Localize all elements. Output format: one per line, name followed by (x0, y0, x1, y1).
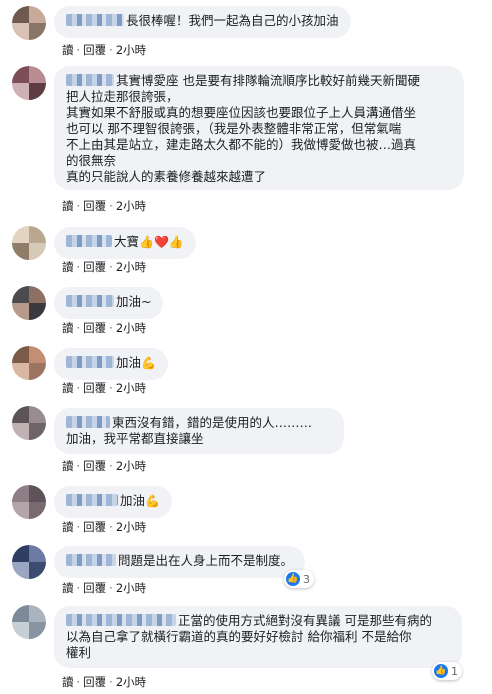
comment-actions: 讀 · 回覆 · 2小時 (62, 675, 147, 689)
reply-link[interactable]: 回覆 (83, 260, 106, 274)
commenter-name[interactable] (66, 614, 176, 626)
comment-bubble: 其實博愛座 也是要有排隊輪流順序比較好前幾天新聞硬 把人拉走那很誇張， 其實如果… (54, 66, 464, 190)
timestamp[interactable]: 2小時 (116, 675, 146, 689)
comment-bubble: 問題是出在人身上而不是制度。 (54, 546, 306, 578)
avatar[interactable] (12, 6, 46, 40)
flexed-biceps-icon: 💪 (145, 494, 160, 508)
reply-link[interactable]: 回覆 (83, 199, 106, 213)
comment-line: 以為自己拿了就橫行霸道的真的要好好檢討 給你福利 不是給你 (66, 629, 412, 644)
avatar[interactable] (12, 406, 46, 440)
comment-bubble: 東西沒有錯，錯的是使用的人……… 加油，我平常都直接讓坐 (54, 408, 344, 454)
timestamp[interactable]: 2小時 (116, 520, 146, 534)
comment-bubble: 大寶👍❤️👍 (54, 227, 196, 259)
comment-actions: 讀 · 回覆 · 2小時 (62, 581, 147, 595)
comment-text: 加油 (120, 493, 146, 508)
reaction-count[interactable]: 👍 1 (432, 662, 462, 680)
comment-actions: 讀 · 回覆 · 2小時 (62, 199, 147, 213)
comment-bubble: 加油💪 (54, 348, 168, 380)
commenter-name[interactable] (66, 494, 118, 506)
like-icon: 👍 (286, 572, 300, 586)
like-icon: 👍 (434, 664, 448, 678)
comment-line: 東西沒有錯，錯的是使用的人……… (112, 415, 313, 430)
comment-line: 也可以 那不理智很誇張，（我是外表整體非常正常，但常氣喘 (66, 121, 402, 136)
avatar[interactable] (12, 286, 46, 320)
timestamp[interactable]: 2小時 (116, 199, 146, 213)
comment-actions: 讀 · 回覆 · 2小時 (62, 321, 147, 335)
comment-bubble: 正當的使用方式絕對沒有異議 可是那些有病的 以為自己拿了就橫行霸道的真的要好好檢… (54, 606, 462, 668)
timestamp[interactable]: 2小時 (116, 581, 146, 595)
comment-line: 其實如果不舒服或真的想要座位因該也要跟位子上人員溝通借坐 (66, 105, 417, 120)
comment-line: 把人拉走那很誇張， (66, 89, 179, 104)
comment-text: 加油 (116, 355, 142, 370)
timestamp[interactable]: 2小時 (116, 459, 146, 473)
comment-text: 長很棒喔！我們一起為自己的小孩加油 (126, 13, 339, 28)
timestamp[interactable]: 2小時 (116, 260, 146, 274)
reply-link[interactable]: 回覆 (83, 581, 106, 595)
comment-line: 不上由其是站立，建走路太久都不能的）我做博愛做也被…過真 (66, 137, 417, 152)
reply-link[interactable]: 回覆 (83, 321, 106, 335)
timestamp[interactable]: 2小時 (116, 381, 146, 395)
flexed-biceps-icon: 💪 (141, 356, 156, 370)
comment-text: 大寶 (114, 234, 140, 249)
comment-actions: 讀 · 回覆 · 2小時 (62, 260, 147, 274)
reaction-emoji-icon: 👍❤️👍 (139, 235, 184, 249)
comment-bubble: 加油💪 (54, 486, 172, 518)
comment-actions: 讀 · 回覆 · 2小時 (62, 520, 147, 534)
read-link[interactable]: 讀 (62, 459, 74, 473)
avatar[interactable] (12, 605, 46, 639)
commenter-name[interactable] (66, 356, 114, 368)
comment-line: 正當的使用方式絕對沒有異議 可是那些有病的 (178, 613, 432, 628)
read-link[interactable]: 讀 (62, 321, 74, 335)
reply-link[interactable]: 回覆 (83, 459, 106, 473)
avatar[interactable] (12, 485, 46, 519)
reply-link[interactable]: 回覆 (83, 43, 106, 57)
read-link[interactable]: 讀 (62, 199, 74, 213)
read-link[interactable]: 讀 (62, 260, 74, 274)
comment-bubble: 長很棒喔！我們一起為自己的小孩加油 (54, 6, 351, 38)
read-link[interactable]: 讀 (62, 675, 74, 689)
avatar[interactable] (12, 545, 46, 579)
comment-line: 的很無奈 (66, 153, 117, 168)
reaction-count[interactable]: 👍 3 (284, 570, 314, 588)
read-link[interactable]: 讀 (62, 581, 74, 595)
comment-text: 加油~ (116, 294, 152, 309)
avatar[interactable] (12, 66, 46, 100)
read-link[interactable]: 讀 (62, 381, 74, 395)
timestamp[interactable]: 2小時 (116, 321, 146, 335)
commenter-name[interactable] (66, 235, 112, 247)
reply-link[interactable]: 回覆 (83, 675, 106, 689)
timestamp[interactable]: 2小時 (116, 43, 146, 57)
reply-link[interactable]: 回覆 (83, 381, 106, 395)
commenter-name[interactable] (66, 295, 114, 307)
read-link[interactable]: 讀 (62, 520, 74, 534)
commenter-name[interactable] (66, 416, 110, 428)
commenter-name[interactable] (66, 74, 114, 86)
comment-text: 問題是出在人身上而不是制度。 (118, 553, 294, 568)
avatar[interactable] (12, 226, 46, 260)
comment-line: 真的只能說人的素養修養越來越遭了 (66, 169, 267, 184)
read-link[interactable]: 讀 (62, 43, 74, 57)
comment-actions: 讀 · 回覆 · 2小時 (62, 459, 147, 473)
reply-link[interactable]: 回覆 (83, 520, 106, 534)
comment-bubble: 加油~ (54, 287, 164, 319)
comment-line: 加油，我平常都直接讓坐 (66, 431, 204, 446)
comment-actions: 讀 · 回覆 · 2小時 (62, 381, 147, 395)
commenter-name[interactable] (66, 14, 124, 26)
avatar[interactable] (12, 346, 46, 380)
comment-line: 權利 (66, 645, 92, 660)
comment-line: 其實博愛座 也是要有排隊輪流順序比較好前幾天新聞硬 (116, 73, 420, 88)
comment-actions: 讀 · 回覆 · 2小時 (62, 43, 147, 57)
commenter-name[interactable] (66, 554, 116, 566)
